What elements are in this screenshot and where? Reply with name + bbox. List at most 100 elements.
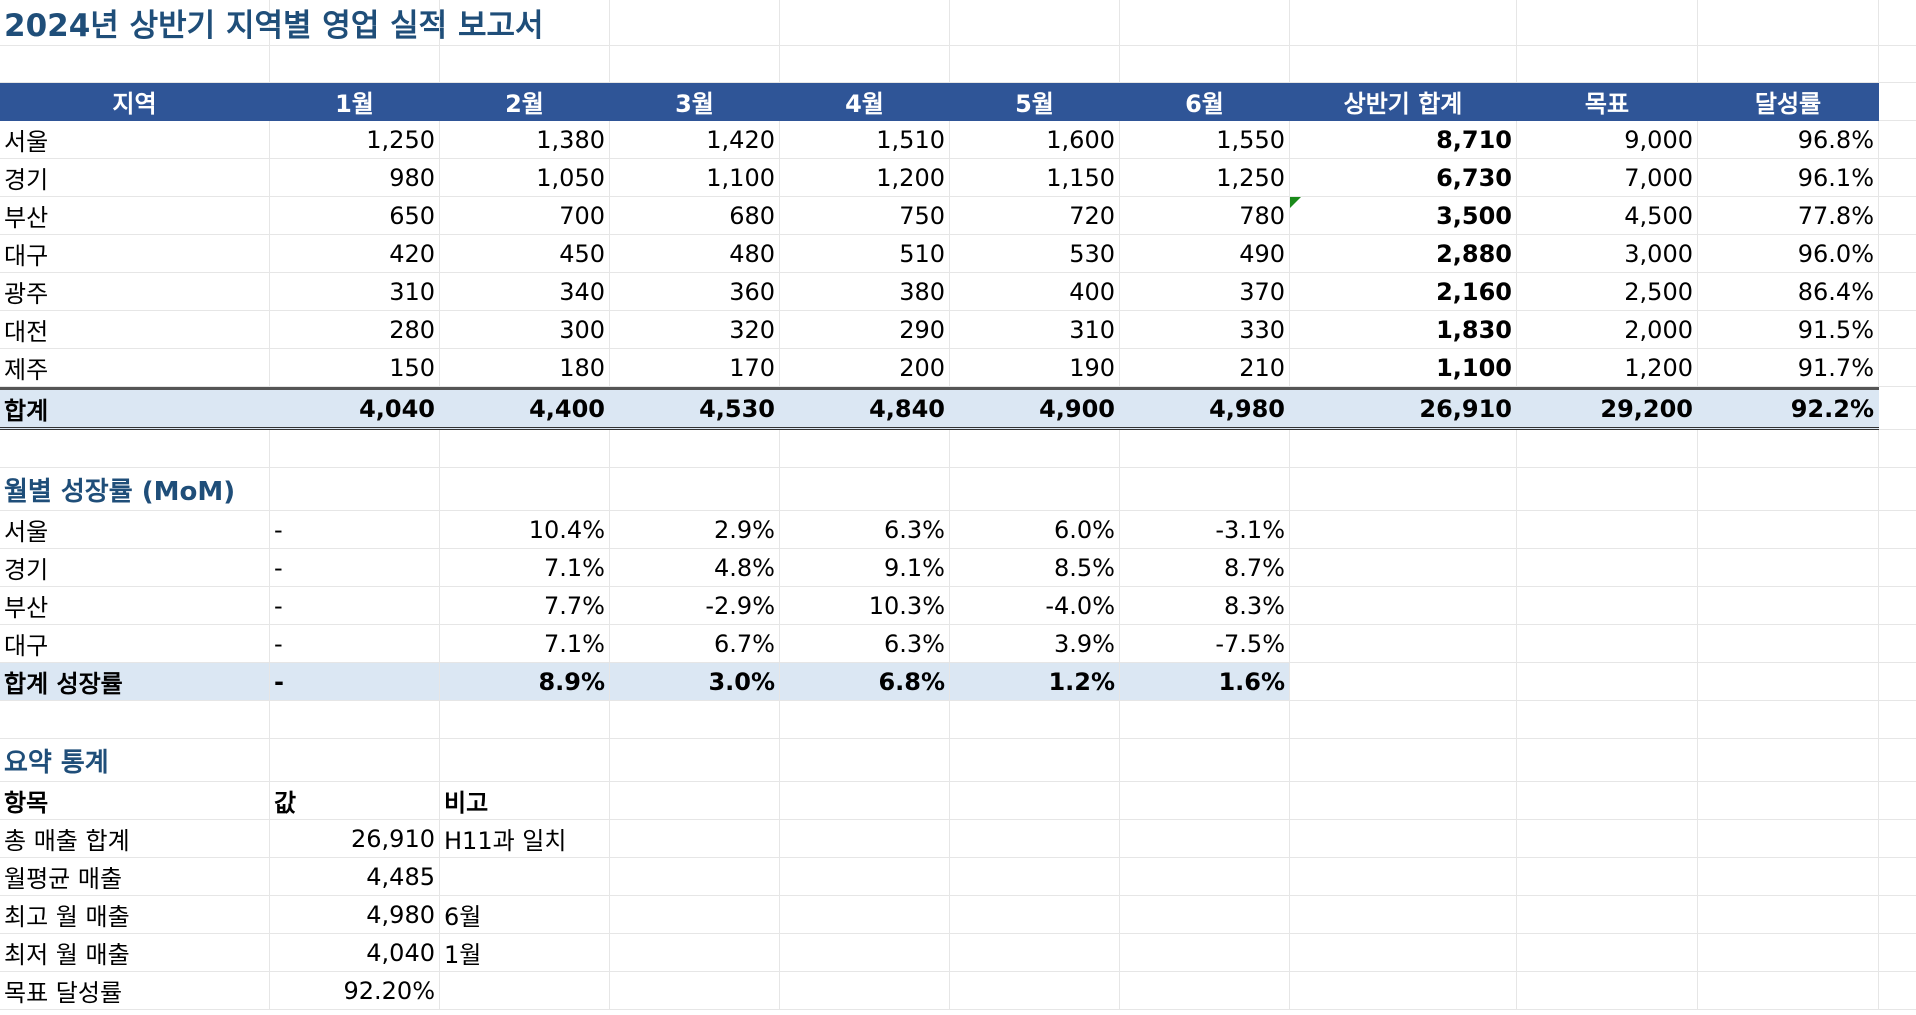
cell[interactable] [1879, 701, 1916, 738]
apr-value[interactable]: 200 [780, 349, 950, 386]
cell[interactable] [1879, 311, 1916, 348]
cell[interactable] [1120, 701, 1290, 738]
cell[interactable] [610, 782, 780, 819]
cell[interactable] [440, 468, 610, 510]
region-name[interactable]: 부산 [0, 587, 270, 624]
feb-value[interactable]: 700 [440, 197, 610, 234]
cell[interactable] [1120, 820, 1290, 857]
feb-growth[interactable]: 7.1% [440, 549, 610, 586]
cell[interactable] [1290, 820, 1517, 857]
header-jun[interactable]: 6월 [1120, 83, 1290, 120]
may-value[interactable]: 310 [950, 311, 1120, 348]
jan-value[interactable]: 310 [270, 273, 440, 310]
apr-growth[interactable]: 10.3% [780, 587, 950, 624]
growth-total-jan[interactable]: - [270, 663, 440, 700]
summary-note[interactable] [440, 972, 610, 1009]
cell[interactable] [780, 858, 950, 895]
feb-growth[interactable]: 7.1% [440, 625, 610, 662]
cell[interactable] [270, 468, 440, 510]
cell[interactable] [780, 0, 950, 45]
cell[interactable] [1517, 430, 1698, 467]
cell[interactable] [1290, 858, 1517, 895]
summary-note[interactable] [440, 858, 610, 895]
cell[interactable] [1517, 46, 1698, 82]
cell[interactable] [1290, 46, 1517, 82]
cell[interactable] [1290, 625, 1517, 662]
cell[interactable] [1120, 896, 1290, 933]
cell[interactable] [610, 934, 780, 971]
cell[interactable] [1120, 739, 1290, 781]
may-value[interactable]: 1,600 [950, 121, 1120, 158]
summary-value[interactable]: 4,980 [270, 896, 440, 933]
cell[interactable] [1290, 972, 1517, 1009]
feb-value[interactable]: 450 [440, 235, 610, 272]
header-target[interactable]: 목표 [1517, 83, 1698, 120]
cell[interactable] [1290, 549, 1517, 586]
mar-value[interactable]: 680 [610, 197, 780, 234]
apr-growth[interactable]: 6.3% [780, 625, 950, 662]
growth-total-may[interactable]: 1.2% [950, 663, 1120, 700]
cell[interactable] [270, 430, 440, 467]
cell[interactable] [1517, 739, 1698, 781]
cell[interactable] [950, 934, 1120, 971]
cell[interactable] [780, 820, 950, 857]
apr-value[interactable]: 1,510 [780, 121, 950, 158]
cell[interactable] [1879, 159, 1916, 196]
jun-value[interactable]: 780 [1120, 197, 1290, 234]
target-value[interactable]: 2,500 [1517, 273, 1698, 310]
cell[interactable] [1120, 782, 1290, 819]
total-target[interactable]: 29,200 [1517, 390, 1698, 427]
cell[interactable] [1290, 701, 1517, 738]
cell[interactable] [780, 782, 950, 819]
target-value[interactable]: 9,000 [1517, 121, 1698, 158]
cell[interactable] [950, 701, 1120, 738]
jun-growth[interactable]: -3.1% [1120, 511, 1290, 548]
cell[interactable] [950, 858, 1120, 895]
target-value[interactable]: 3,000 [1517, 235, 1698, 272]
apr-value[interactable]: 290 [780, 311, 950, 348]
total-jun[interactable]: 4,980 [1120, 390, 1290, 427]
may-growth[interactable]: 8.5% [950, 549, 1120, 586]
cell[interactable] [780, 701, 950, 738]
cell[interactable] [1290, 0, 1517, 45]
achievement-value[interactable]: 91.5% [1698, 311, 1879, 348]
cell[interactable] [1879, 858, 1916, 895]
cell[interactable] [950, 430, 1120, 467]
cell[interactable] [1120, 468, 1290, 510]
cell[interactable] [1517, 663, 1698, 700]
region-name[interactable]: 서울 [0, 121, 270, 158]
cell[interactable] [1517, 587, 1698, 624]
may-value[interactable]: 190 [950, 349, 1120, 386]
h1-total-value[interactable]: 8,710 [1290, 121, 1517, 158]
cell[interactable] [1698, 782, 1879, 819]
spreadsheet-grid[interactable]: 2024년 상반기 지역별 영업 실적 보고서 지역 1월 2월 3월 4월 5… [0, 0, 1916, 1015]
cell[interactable] [1290, 663, 1517, 700]
mar-growth[interactable]: 4.8% [610, 549, 780, 586]
apr-value[interactable]: 750 [780, 197, 950, 234]
cell[interactable] [1879, 430, 1916, 467]
cell[interactable] [1879, 972, 1916, 1009]
cell[interactable] [1879, 587, 1916, 624]
summary-value[interactable]: 26,910 [270, 820, 440, 857]
region-name[interactable]: 광주 [0, 273, 270, 310]
cell[interactable] [1517, 511, 1698, 548]
jan-growth[interactable]: - [270, 587, 440, 624]
cell[interactable] [0, 430, 270, 467]
cell[interactable] [610, 972, 780, 1009]
jun-value[interactable]: 370 [1120, 273, 1290, 310]
cell[interactable] [270, 701, 440, 738]
cell[interactable] [1120, 972, 1290, 1009]
cell[interactable] [780, 46, 950, 82]
cell[interactable] [1290, 739, 1517, 781]
cell[interactable] [610, 896, 780, 933]
cell[interactable] [1517, 972, 1698, 1009]
summary-item[interactable]: 목표 달성률 [0, 972, 270, 1009]
may-value[interactable]: 400 [950, 273, 1120, 310]
jan-value[interactable]: 150 [270, 349, 440, 386]
cell[interactable] [1698, 701, 1879, 738]
h1-total-value[interactable]: 2,160 [1290, 273, 1517, 310]
cell[interactable] [1517, 858, 1698, 895]
cell[interactable] [780, 739, 950, 781]
cell[interactable] [1879, 273, 1916, 310]
cell[interactable] [1698, 934, 1879, 971]
